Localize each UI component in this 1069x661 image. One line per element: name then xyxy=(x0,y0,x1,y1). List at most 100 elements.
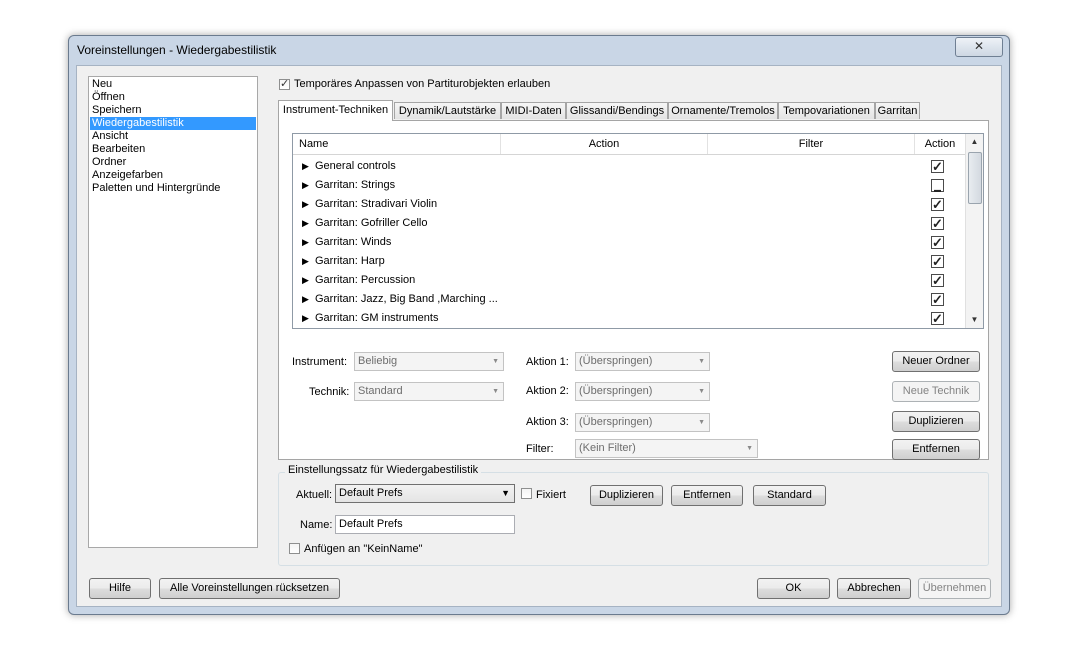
grid-row[interactable]: ▶ Garritan: Gofriller Cello ✓ xyxy=(293,214,965,233)
row-name: Garritan: GM instruments xyxy=(315,312,439,324)
column-header-action-check[interactable]: Action xyxy=(915,134,965,154)
expand-arrow-icon[interactable]: ▶ xyxy=(302,195,309,214)
category-item[interactable]: Ordner xyxy=(90,156,256,169)
category-item[interactable]: Neu xyxy=(90,78,256,91)
aktion1-label: Aktion 1: xyxy=(526,356,569,368)
technique-grid[interactable]: Name Action Filter Action ▶ General contr… xyxy=(292,133,984,329)
standard-set-button[interactable]: Standard xyxy=(753,485,826,506)
hilfe-button[interactable]: Hilfe xyxy=(89,578,151,599)
row-action-checkbox[interactable]: ✓ xyxy=(931,235,944,250)
row-name: Garritan: Jazz, Big Band ,Marching ... xyxy=(315,293,498,305)
category-item[interactable]: Anzeigefarben xyxy=(90,169,256,182)
duplizieren-technik-button[interactable]: Duplizieren xyxy=(892,411,980,432)
column-header-name[interactable]: Name xyxy=(293,134,501,154)
ok-button[interactable]: OK xyxy=(757,578,830,599)
tab-garritan[interactable]: Garritan xyxy=(875,102,920,119)
grid-row[interactable]: ▶ General controls ✓ xyxy=(293,157,965,176)
column-header-filter[interactable]: Filter xyxy=(708,134,915,154)
scroll-thumb[interactable] xyxy=(968,152,982,204)
expand-arrow-icon[interactable]: ▶ xyxy=(302,157,309,176)
grid-row[interactable]: ▶ Garritan: GM instruments ✓ xyxy=(293,309,965,328)
checkmark-icon: ✓ xyxy=(932,311,943,326)
category-item[interactable]: Wiedergabestilistik xyxy=(90,117,256,130)
neue-technik-button[interactable]: Neue Technik xyxy=(892,381,980,402)
instrument-dropdown[interactable]: Beliebig ▼ xyxy=(354,352,504,371)
row-name: Garritan: Stradivari Violin xyxy=(315,198,438,210)
neuer-ordner-button[interactable]: Neuer Ordner xyxy=(892,351,980,372)
expand-arrow-icon[interactable]: ▶ xyxy=(302,290,309,309)
column-header-action[interactable]: Action xyxy=(501,134,708,154)
checkmark-icon: ✓ xyxy=(280,78,290,90)
category-item[interactable]: Bearbeiten xyxy=(90,143,256,156)
temp-adjust-checkbox[interactable]: ✓ xyxy=(279,78,290,90)
aktuell-dropdown[interactable]: Default Prefs ▼ xyxy=(335,484,515,503)
tab-dynamik-lautst-rke[interactable]: Dynamik/Lautstärke xyxy=(394,102,501,119)
tab-instrument-techniken[interactable]: Instrument-Techniken xyxy=(278,100,393,121)
name-field[interactable]: Default Prefs xyxy=(335,515,515,534)
name-label: Name: xyxy=(300,519,333,531)
row-name: Garritan: Strings xyxy=(315,179,396,191)
abbrechen-button[interactable]: Abbrechen xyxy=(837,578,911,599)
grid-header: Name Action Filter Action xyxy=(293,134,965,155)
scroll-down-icon[interactable]: ▼ xyxy=(966,312,983,328)
grid-row[interactable]: ▶ Garritan: Harp ✓ xyxy=(293,252,965,271)
window-title: Voreinstellungen - Wiedergabestilistik xyxy=(77,43,277,57)
category-item[interactable]: Speichern xyxy=(90,104,256,117)
category-item[interactable]: Öffnen xyxy=(90,91,256,104)
aktion3-label: Aktion 3: xyxy=(526,416,569,428)
chevron-down-icon: ▼ xyxy=(698,358,705,365)
technik-dropdown[interactable]: Standard ▼ xyxy=(354,382,504,401)
category-item[interactable]: Paletten und Hintergründe xyxy=(90,182,256,195)
grid-row[interactable]: ▶ Garritan: Percussion ✓ xyxy=(293,271,965,290)
duplizieren-set-button[interactable]: Duplizieren xyxy=(590,485,663,506)
checkmark-icon: ✓ xyxy=(932,292,943,307)
reset-all-button[interactable]: Alle Voreinstellungen rücksetzen xyxy=(159,578,340,599)
expand-arrow-icon[interactable]: ▶ xyxy=(302,271,309,290)
row-action-checkbox[interactable]: ▬ xyxy=(931,179,944,194)
aktion3-dropdown[interactable]: (Überspringen) ▼ xyxy=(575,413,710,432)
entfernen-technik-button[interactable]: Entfernen xyxy=(892,439,980,460)
aktion2-dropdown[interactable]: (Überspringen) ▼ xyxy=(575,382,710,401)
fixiert-checkbox[interactable] xyxy=(521,488,532,499)
tab-midi-daten[interactable]: MIDI-Daten xyxy=(501,102,566,119)
grid-row[interactable]: ▶ Garritan: Strings ▬ xyxy=(293,176,965,195)
row-action-checkbox[interactable]: ✓ xyxy=(931,311,944,326)
row-action-checkbox[interactable]: ✓ xyxy=(931,273,944,288)
checkmark-icon: ✓ xyxy=(932,216,943,231)
aktion1-dropdown[interactable]: (Überspringen) ▼ xyxy=(575,352,710,371)
filter-label: Filter: xyxy=(526,443,554,455)
tab-tempovariationen[interactable]: Tempovariationen xyxy=(778,102,875,119)
tab-ornamente-tremolos[interactable]: Ornamente/Tremolos xyxy=(668,102,778,119)
expand-arrow-icon[interactable]: ▶ xyxy=(302,214,309,233)
chevron-down-icon: ▼ xyxy=(501,488,510,498)
row-action-checkbox[interactable]: ✓ xyxy=(931,159,944,174)
expand-arrow-icon[interactable]: ▶ xyxy=(302,176,309,195)
scroll-up-icon[interactable]: ▲ xyxy=(966,134,983,150)
uebernehmen-button[interactable]: Übernehmen xyxy=(918,578,991,599)
row-action-checkbox[interactable]: ✓ xyxy=(931,292,944,307)
row-action-checkbox[interactable]: ✓ xyxy=(931,216,944,231)
row-action-checkbox[interactable]: ✓ xyxy=(931,254,944,269)
row-action-checkbox[interactable]: ✓ xyxy=(931,197,944,212)
category-list[interactable]: Neu Öffnen Speichern Wiedergabestilistik Ans… xyxy=(88,76,258,548)
instrument-label: Instrument: xyxy=(292,356,348,368)
entfernen-set-button[interactable]: Entfernen xyxy=(671,485,743,506)
checkmark-icon: ✓ xyxy=(932,159,943,174)
close-button[interactable]: ✕ xyxy=(955,37,1003,57)
expand-arrow-icon[interactable]: ▶ xyxy=(302,309,309,328)
grid-row[interactable]: ▶ Garritan: Jazz, Big Band ,Marching ... ✓ xyxy=(293,290,965,309)
chevron-down-icon: ▼ xyxy=(698,419,705,426)
fixiert-label: Fixiert xyxy=(536,489,566,501)
chevron-down-icon: ▼ xyxy=(746,445,753,452)
grid-vertical-scrollbar[interactable]: ▲ ▼ xyxy=(965,134,983,328)
checkmark-icon: ✓ xyxy=(932,273,943,288)
grid-row[interactable]: ▶ Garritan: Stradivari Violin ✓ xyxy=(293,195,965,214)
category-item[interactable]: Ansicht xyxy=(90,130,256,143)
expand-arrow-icon[interactable]: ▶ xyxy=(302,233,309,252)
expand-arrow-icon[interactable]: ▶ xyxy=(302,252,309,271)
grid-row[interactable]: ▶ Garritan: Winds ✓ xyxy=(293,233,965,252)
filter-dropdown[interactable]: (Kein Filter) ▼ xyxy=(575,439,758,458)
chevron-down-icon: ▼ xyxy=(492,358,499,365)
append-checkbox[interactable] xyxy=(289,543,300,554)
tab-glissandi-bendings[interactable]: Glissandi/Bendings xyxy=(566,102,668,119)
